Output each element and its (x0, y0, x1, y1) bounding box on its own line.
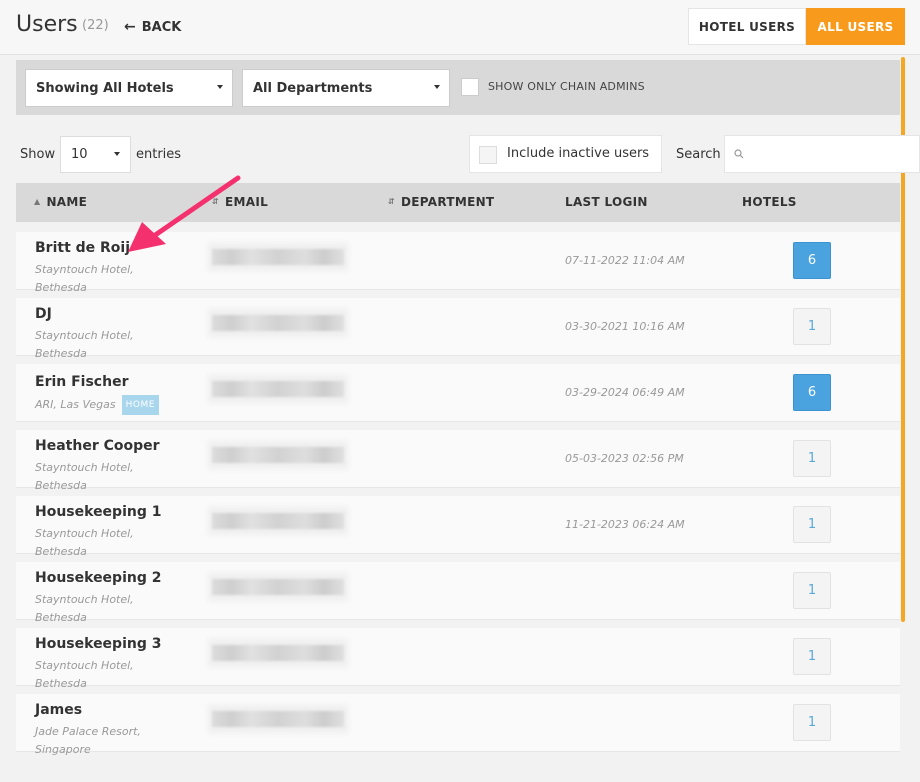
hotels-count-button[interactable]: 6 (793, 242, 831, 279)
column-header-hotels[interactable]: HOTELS (742, 195, 797, 209)
sort-icon: ⇵ (388, 197, 396, 206)
page-header: Users (22) ← BACK HOTEL USERS ALL USERS (0, 0, 920, 55)
column-header-name[interactable]: ▲ NAME (34, 195, 87, 209)
departments-filter-select[interactable]: All Departments (242, 69, 450, 107)
column-header-last-login[interactable]: LAST LOGIN (565, 195, 648, 209)
tab-all-users[interactable]: ALL USERS (806, 8, 905, 45)
column-label: HOTELS (742, 195, 797, 209)
user-hotel: Stayntouch Hotel, Bethesda (35, 591, 145, 627)
email-redacted (206, 296, 354, 356)
table-row[interactable]: Erin Fischer ARI, Las Vegas HOME 03-29-20… (16, 364, 900, 422)
search-input[interactable] (724, 135, 920, 173)
table-row[interactable]: Heather Cooper Stayntouch Hotel, Bethesda… (16, 428, 900, 492)
search-label: Search (676, 147, 721, 162)
back-label: BACK (141, 19, 182, 35)
hotel-line: Bethesda (35, 677, 87, 690)
user-hotel: ARI, Las Vegas HOME (35, 395, 195, 415)
email-redacted (206, 428, 354, 488)
hotel-line: Jade Palace Resort, (35, 725, 141, 738)
hotel-line: Stayntouch Hotel, (35, 263, 134, 276)
annotation-arrow-icon (128, 175, 241, 252)
last-login: 07-11-2022 11:04 AM (565, 254, 685, 267)
last-login: 03-30-2021 10:16 AM (565, 320, 685, 333)
entries-label: entries (136, 147, 182, 162)
last-login: 11-21-2023 06:24 AM (565, 518, 685, 531)
hotel-line: Stayntouch Hotel, (35, 527, 134, 540)
entries-select[interactable]: 10 (60, 136, 131, 173)
user-hotel: Stayntouch Hotel, Bethesda (35, 525, 145, 561)
user-name: James (35, 702, 83, 718)
include-inactive-toggle[interactable]: Include inactive users (469, 135, 662, 173)
back-button[interactable]: ← BACK (124, 19, 181, 35)
home-badge: HOME (121, 395, 159, 415)
user-name: Heather Cooper (35, 438, 160, 454)
include-inactive-label: Include inactive users (507, 146, 650, 161)
user-name: DJ (35, 306, 52, 322)
page-title: Users (16, 12, 78, 37)
user-hotel: Stayntouch Hotel, Bethesda (35, 261, 145, 297)
user-name: Britt de Roij (35, 240, 131, 256)
hotels-filter-select[interactable]: Showing All Hotels (25, 69, 233, 107)
column-header-department[interactable]: ⇵ DEPARTMENT (388, 195, 494, 209)
hotels-count-button[interactable]: 1 (793, 704, 831, 741)
filter-bar: Showing All Hotels All Departments SHOW … (16, 60, 900, 115)
caret-down-icon (217, 85, 223, 89)
hotels-count-button[interactable]: 1 (793, 440, 831, 477)
last-login: 03-29-2024 06:49 AM (565, 386, 685, 399)
tab-hotel-users[interactable]: HOTEL USERS (688, 8, 806, 45)
email-redacted (206, 626, 354, 686)
departments-filter-value: All Departments (253, 80, 373, 96)
table-row[interactable]: DJ Stayntouch Hotel, Bethesda 03-30-2021 … (16, 296, 900, 360)
caret-down-icon (434, 85, 440, 89)
email-redacted (206, 692, 354, 752)
hotel-line: Stayntouch Hotel, (35, 329, 134, 342)
user-hotel: Stayntouch Hotel, Bethesda (35, 459, 145, 495)
hotel-line: Bethesda (35, 347, 87, 360)
table-row[interactable]: James Jade Palace Resort, Singapore 1 (16, 692, 900, 756)
include-inactive-checkbox[interactable] (479, 146, 497, 164)
hotel-line: Bethesda (35, 281, 87, 294)
hotels-filter-value: Showing All Hotels (36, 80, 174, 96)
user-name: Housekeeping 3 (35, 636, 162, 652)
hotels-count-button[interactable]: 1 (793, 308, 831, 345)
chain-admins-checkbox[interactable] (461, 78, 479, 96)
entries-value: 10 (71, 147, 88, 162)
hotel-line: Bethesda (35, 479, 87, 492)
column-label: NAME (46, 195, 88, 209)
table-row[interactable]: Housekeeping 2 Stayntouch Hotel, Bethesda… (16, 560, 900, 624)
hotels-count-button[interactable]: 1 (793, 506, 831, 543)
hotel-line: ARI, Las Vegas (35, 398, 116, 411)
caret-down-icon (114, 152, 120, 156)
user-name: Housekeeping 2 (35, 570, 162, 586)
email-redacted (206, 494, 354, 554)
hotel-line: Bethesda (35, 545, 87, 558)
sort-asc-icon: ▲ (34, 197, 41, 206)
search-icon (734, 149, 744, 159)
table-row[interactable]: Housekeeping 1 Stayntouch Hotel, Bethesda… (16, 494, 900, 558)
user-name: Housekeeping 1 (35, 504, 162, 520)
table-row[interactable]: Housekeeping 3 Stayntouch Hotel, Bethesda… (16, 626, 900, 690)
hotel-line: Bethesda (35, 611, 87, 624)
user-hotel: Stayntouch Hotel, Bethesda (35, 327, 145, 363)
hotel-line: Stayntouch Hotel, (35, 461, 134, 474)
column-label: DEPARTMENT (401, 195, 495, 209)
user-hotel: Jade Palace Resort, Singapore (35, 723, 165, 759)
hotels-count-button[interactable]: 1 (793, 572, 831, 609)
arrow-left-icon: ← (124, 19, 136, 35)
user-hotel: Stayntouch Hotel, Bethesda (35, 657, 145, 693)
hotel-line: Stayntouch Hotel, (35, 659, 134, 672)
last-login: 05-03-2023 02:56 PM (565, 452, 684, 465)
hotel-line: Stayntouch Hotel, (35, 593, 134, 606)
show-label: Show (20, 147, 56, 162)
hotels-count-button[interactable]: 6 (793, 374, 831, 411)
user-count: (22) (82, 18, 109, 33)
email-redacted (206, 560, 354, 620)
hotels-count-button[interactable]: 1 (793, 638, 831, 675)
chain-admins-label: SHOW ONLY CHAIN ADMINS (488, 80, 645, 93)
column-label: LAST LOGIN (565, 195, 648, 209)
user-name: Erin Fischer (35, 374, 129, 390)
hotel-line: Singapore (35, 743, 91, 756)
email-redacted (206, 362, 354, 422)
